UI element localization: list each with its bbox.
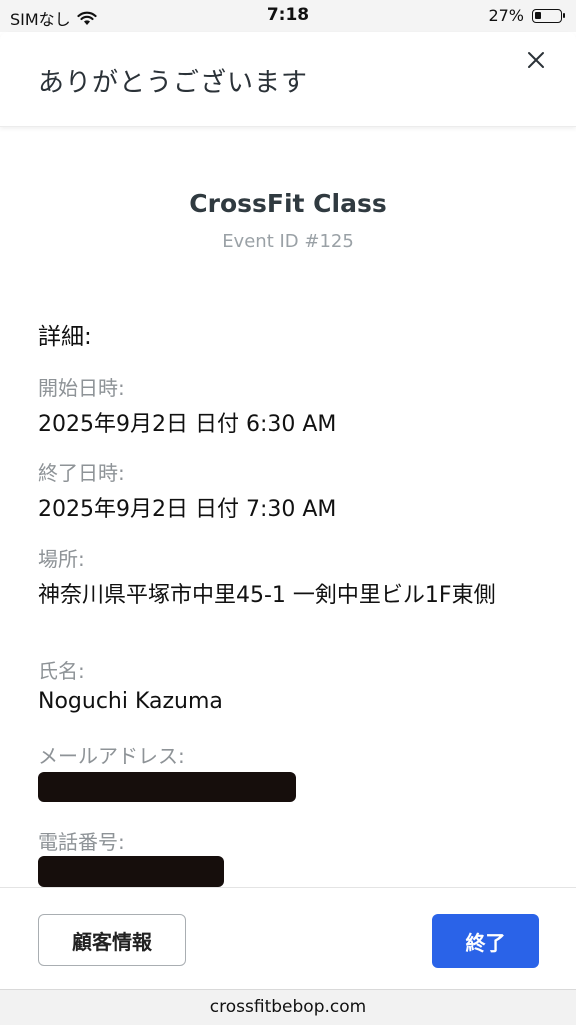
location-label: 場所: (38, 547, 85, 571)
battery-level (535, 11, 541, 19)
close-icon[interactable] (524, 48, 548, 72)
email-label: メールアドレス: (38, 744, 185, 768)
battery-status: 27% (488, 6, 565, 25)
browser-url-bar[interactable]: crossfitbebop.com (0, 989, 576, 1025)
status-bar: SIMなし 7:18 27% (0, 0, 576, 32)
modal-title: ありがとうございます (38, 68, 309, 98)
end-label: 終了日時: (38, 461, 125, 485)
finish-button[interactable]: 終了 (432, 914, 539, 968)
email-redacted (38, 772, 296, 802)
phone-redacted (38, 856, 224, 887)
modal-header: ありがとうございます (0, 32, 576, 127)
battery-icon (532, 8, 565, 23)
start-value: 2025年9月2日 日付 6:30 AM (38, 412, 337, 437)
start-label: 開始日時: (38, 376, 125, 400)
battery-percent: 27% (488, 6, 524, 25)
modal-body: CrossFit Class Event ID #125 詳細: 開始日時: 2… (0, 127, 576, 887)
name-value: Noguchi Kazuma (38, 689, 223, 714)
customer-info-button[interactable]: 顧客情報 (38, 914, 186, 966)
name-label: 氏名: (38, 659, 85, 683)
location-value: 神奈川県平塚市中里45-1 一剣中里ビル1F東側 (38, 583, 496, 608)
modal-footer: 顧客情報 終了 (0, 887, 576, 990)
event-name: CrossFit Class (189, 189, 387, 218)
phone-label: 電話番号: (38, 830, 125, 854)
end-value: 2025年9月2日 日付 7:30 AM (38, 497, 337, 522)
event-id: Event ID #125 (222, 231, 354, 252)
details-heading: 詳細: (38, 324, 92, 350)
